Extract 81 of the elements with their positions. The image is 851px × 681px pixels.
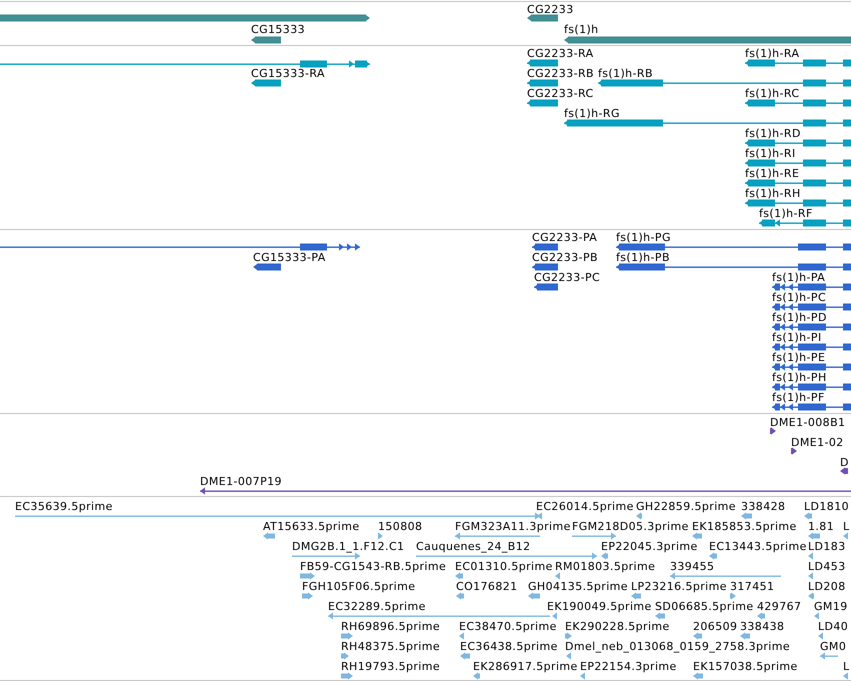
feature-label: 338438 (740, 620, 784, 633)
feature-label: fs(1)h-RF (759, 207, 813, 220)
feature-label: EC26014.5prime (536, 500, 634, 513)
feature-label: Dmel_neb_013068_0159_2758.3prime (565, 640, 790, 653)
feature-label: FGH105F06.5prime (302, 580, 416, 593)
feature-label: EP22045.3prime (601, 540, 698, 553)
feature-label: SD06685.5prime (655, 600, 754, 613)
feature-label: fs(1)h-RE (745, 167, 800, 180)
feature-label: fs(1)h-PE (772, 351, 826, 364)
feature-label: EC01310.5prime (455, 560, 553, 573)
feature-label: L (843, 660, 850, 673)
feature-label: Cauquenes_24_B12 (416, 540, 531, 553)
feature-label: AT15633.5prime (263, 520, 360, 533)
feature-label: 339455 (670, 560, 714, 573)
feature-label: fs(1)h-RI (745, 147, 796, 160)
feature-label: CG15333 (251, 23, 305, 36)
feature-label: EC35639.5prime (15, 500, 113, 513)
feature-label: fs(1)h-PI (772, 331, 822, 344)
feature-label: fs(1)h (564, 23, 599, 36)
feature-label: D (840, 456, 849, 469)
feature-label: GM19 (814, 600, 848, 613)
feature-label: GH22859.5prime (636, 500, 736, 513)
feature-label: 1.81 (808, 520, 834, 533)
feature-label: RH69896.5prime (341, 620, 440, 633)
feature-label: EC38470.5prime (459, 620, 557, 633)
feature-label: fs(1)h-RA (745, 47, 800, 60)
feature-label: fs(1)h-PB (616, 251, 670, 264)
feature-label: FGM218D05.3prime (572, 520, 689, 533)
feature-label: 429767 (757, 600, 802, 613)
feature-label: DMG2B.1_1.F12.C1 (292, 540, 404, 553)
feature-label: fs(1)h-RH (745, 187, 801, 200)
feature-label: EC32289.5prime (328, 600, 426, 613)
feature-label: fs(1)h-RG (564, 107, 620, 120)
feature-label: fs(1)h-PD (772, 311, 827, 324)
feature-label: EP22154.3prime (580, 660, 677, 673)
feature-label: LD40 (818, 620, 848, 633)
feature-label: RM01803.5prime (555, 560, 656, 573)
feature-label: CG15333-RA (251, 67, 325, 80)
feature-label: LP23216.5prime (631, 580, 727, 593)
feature-label: DME1-02 (791, 436, 844, 449)
feature-label: RH48375.5prime (341, 640, 440, 653)
feature-label: CG2233-PC (534, 271, 600, 284)
feature-label: EK157038.5prime (693, 660, 798, 673)
feature-label: LD208 (808, 580, 846, 593)
feature-label: 150808 (378, 520, 422, 533)
feature-label: CG2233-PA (532, 231, 598, 244)
feature-label: CG2233-RB (527, 67, 594, 80)
feature-label: fs(1)h-PH (772, 371, 827, 384)
feature-label: CG2233 (527, 3, 574, 16)
feature-label: fs(1)h-PF (772, 391, 825, 404)
feature-label: CG2233-RA (527, 47, 594, 60)
feature-label: LD453 (808, 560, 846, 573)
feature-label: LD183 (808, 540, 846, 553)
feature-label: EK190049.5prime (547, 600, 652, 613)
feature-label: fs(1)h-RC (745, 87, 800, 100)
feature-label: L (843, 520, 850, 533)
feature-label: fs(1)h-PA (772, 271, 826, 284)
feature-label: 206509 (693, 620, 738, 633)
feature-label: FGM323A11.3prime (455, 520, 571, 533)
feature-label: FB59-CG1543-RB.5prime (300, 560, 446, 573)
feature-label: CG15333-PA (253, 251, 326, 264)
feature-label: fs(1)h-RB (598, 67, 653, 80)
feature-label: RH19793.5prime (341, 660, 440, 673)
feature-label: fs(1)h-PG (616, 231, 671, 244)
feature-label: fs(1)h-PC (772, 291, 826, 304)
feature-label: fs(1)h-RD (745, 127, 801, 140)
feature-label: 317451 (730, 580, 774, 593)
feature-label: EC13443.5prime (709, 540, 807, 553)
feature-label: 338428 (741, 500, 786, 513)
feature-label: DME1-008B1 (770, 416, 846, 429)
feature-label: EK185853.5prime (692, 520, 797, 533)
feature-label: GH04135.5prime (528, 580, 628, 593)
feature-label: EK290228.5prime (565, 620, 670, 633)
feature-label: DME1-007P19 (200, 475, 282, 488)
feature-label: GM0 (820, 640, 846, 653)
feature-label: EK286917.5prime (473, 660, 578, 673)
feature-label: CO176821 (456, 580, 518, 593)
feature-label: LD1810 (804, 500, 849, 513)
feature-label: EC36438.5prime (460, 640, 558, 653)
feature-label: CG2233-RC (527, 87, 594, 100)
feature-label: CG2233-PB (532, 251, 598, 264)
